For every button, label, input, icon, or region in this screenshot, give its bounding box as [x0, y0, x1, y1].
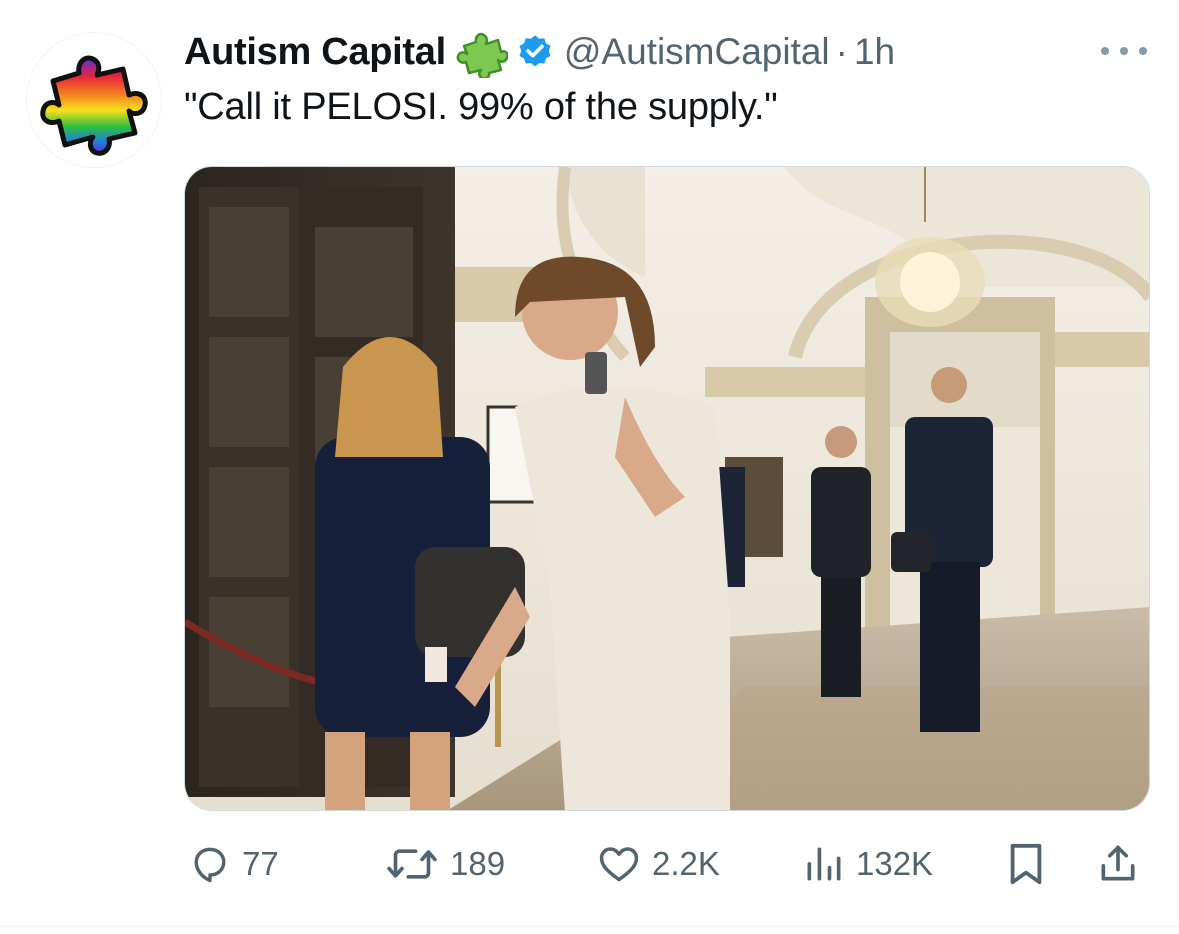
like-count: 2.2K: [652, 845, 720, 882]
repost-button[interactable]: 189: [384, 836, 505, 892]
user-handle[interactable]: @AutismCapital: [564, 31, 830, 73]
verified-badge-icon[interactable]: [516, 33, 554, 71]
tweet-actions: 77 189 2.2K 132K: [184, 836, 1150, 892]
views-chart-icon: [807, 847, 841, 881]
share-upload-icon: [1101, 845, 1135, 881]
heart-icon: [599, 847, 639, 882]
more-dot-icon: [1139, 47, 1147, 55]
bookmark-icon: [1010, 843, 1042, 885]
separator-dot: ·: [835, 31, 848, 72]
more-options-button[interactable]: [1097, 38, 1151, 64]
views-button[interactable]: 132K: [802, 836, 933, 892]
tweet-header: Autism Capital @AutismCapital · 1h: [184, 28, 895, 78]
divider: [0, 926, 1179, 927]
display-name[interactable]: Autism Capital: [184, 31, 446, 74]
repost-count: 189: [450, 845, 506, 882]
views-count: 132K: [856, 845, 934, 882]
photo-image: [185, 167, 1149, 810]
repost-arrows-icon: [387, 849, 437, 879]
like-button[interactable]: 2.2K: [596, 836, 720, 892]
avatar[interactable]: [26, 32, 162, 168]
share-button[interactable]: [1096, 836, 1140, 892]
timestamp[interactable]: 1h: [854, 31, 895, 73]
reply-bubble-icon: [194, 847, 226, 883]
rainbow-puzzle-avatar-icon: [40, 55, 148, 156]
more-dot-icon: [1101, 47, 1109, 55]
puzzle-piece-icon: [456, 32, 508, 78]
reply-count: 77: [242, 845, 279, 882]
more-dot-icon: [1120, 47, 1128, 55]
tweet-photo[interactable]: [184, 166, 1150, 811]
reply-button[interactable]: 77: [188, 836, 279, 892]
tweet-text: "Call it PELOSI. 99% of the supply.": [184, 86, 778, 128]
bookmark-button[interactable]: [1006, 836, 1046, 892]
